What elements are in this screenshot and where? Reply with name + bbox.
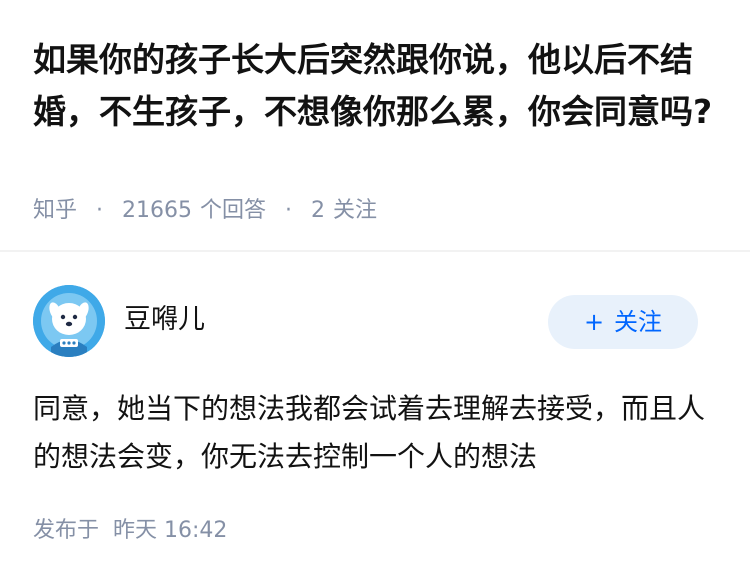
question-title[interactable]: 如果你的孩子长大后突然跟你说，他以后不结婚，不生孩子，不想像你那么累，你会同意吗…: [33, 34, 723, 138]
cartoon-dog-avatar-icon: [33, 285, 105, 357]
meta-separator: ·: [96, 198, 104, 223]
published-time: 昨天 16:42: [113, 518, 228, 543]
answer-count-label[interactable]: 个回答: [200, 198, 266, 223]
follow-button[interactable]: + 关注: [548, 295, 698, 349]
avatar[interactable]: [33, 285, 105, 357]
question-meta: 知乎 · 21665 个回答 · 2 关注: [33, 196, 377, 226]
meta-separator: ·: [285, 198, 293, 223]
answer-content[interactable]: 同意，她当下的想法我都会试着去理解去接受，而且人的想法会变，你无法去控制一个人的…: [33, 385, 723, 481]
follow-count[interactable]: 2: [311, 198, 325, 223]
author-name[interactable]: 豆嘚儿: [124, 302, 205, 338]
source-label[interactable]: 知乎: [33, 198, 77, 223]
follow-count-label[interactable]: 关注: [333, 198, 377, 223]
follow-button-label: 关注: [614, 308, 663, 336]
zhihu-answer-page: 如果你的孩子长大后突然跟你说，他以后不结婚，不生孩子，不想像你那么累，你会同意吗…: [0, 0, 750, 582]
published-prefix: 发布于: [33, 518, 100, 543]
answer-meta: 发布于 昨天 16:42: [33, 516, 227, 546]
answer-count[interactable]: 21665: [122, 198, 192, 223]
plus-icon: +: [583, 308, 605, 336]
question-header: 如果你的孩子长大后突然跟你说，他以后不结婚，不生孩子，不想像你那么累，你会同意吗…: [0, 0, 750, 252]
